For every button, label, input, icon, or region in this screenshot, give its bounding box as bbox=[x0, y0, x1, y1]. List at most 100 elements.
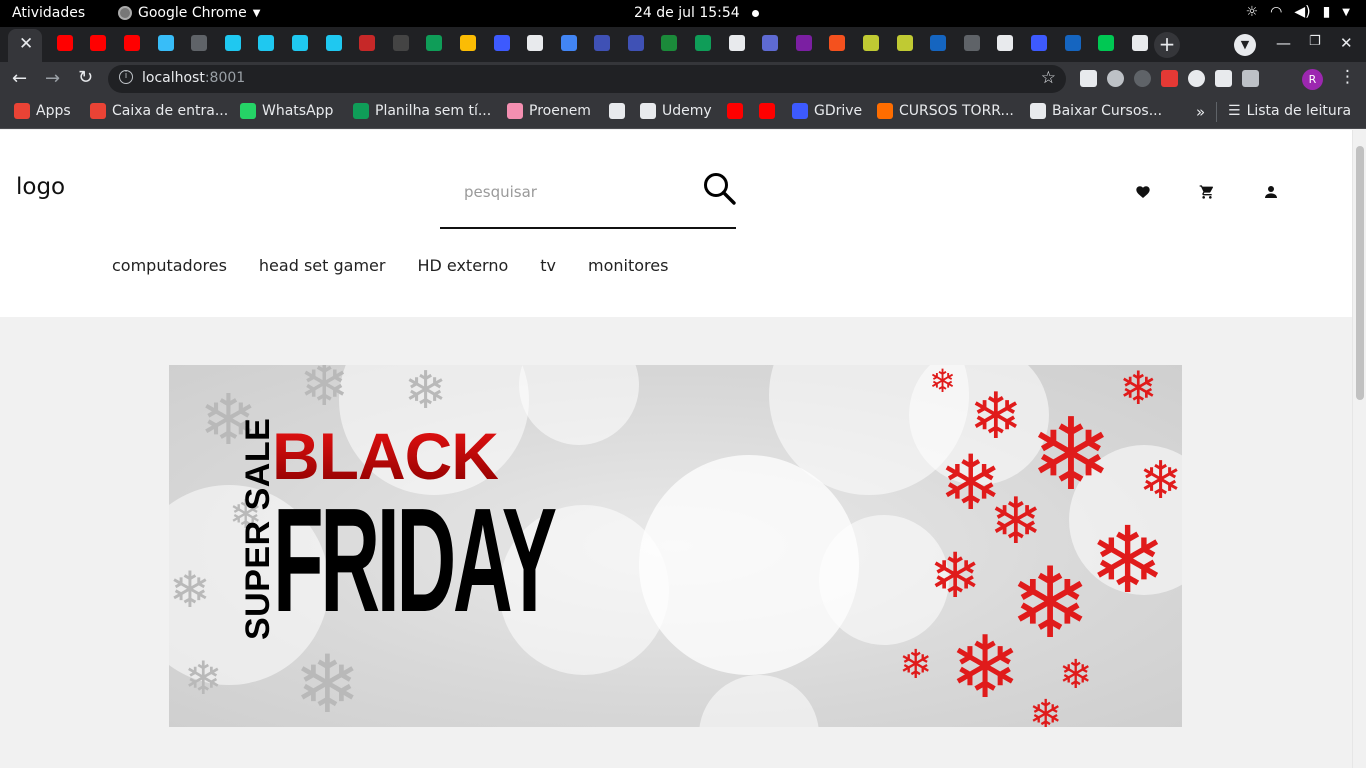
new-tab-button[interactable]: + bbox=[1154, 32, 1180, 58]
bookmark-item[interactable]: WhatsApp bbox=[240, 103, 333, 119]
bookmark-star-icon[interactable]: ☆ bbox=[1041, 68, 1056, 88]
pinned-tab[interactable] bbox=[216, 35, 250, 53]
nav-link[interactable]: HD externo bbox=[417, 256, 508, 275]
media-control-icon[interactable] bbox=[1242, 70, 1259, 87]
favicon-icon bbox=[896, 35, 913, 51]
search-input[interactable] bbox=[440, 176, 690, 208]
pinned-tab[interactable] bbox=[1123, 35, 1157, 53]
notification-dot-icon bbox=[751, 9, 759, 17]
bookmark-item[interactable]: Caixa de entra... bbox=[90, 103, 228, 119]
pinned-tab[interactable] bbox=[821, 35, 855, 53]
pinned-tab[interactable] bbox=[1089, 35, 1123, 53]
nav-link[interactable]: head set gamer bbox=[259, 256, 386, 275]
reload-button[interactable]: ↻ bbox=[78, 67, 93, 88]
bookmark-item[interactable]: Udemy bbox=[640, 103, 712, 119]
cart-icon[interactable] bbox=[1199, 184, 1215, 200]
bookmark-favicon-icon bbox=[507, 103, 523, 119]
pinned-tab[interactable] bbox=[854, 35, 888, 53]
pinned-tab[interactable] bbox=[989, 35, 1023, 53]
pinned-tab[interactable] bbox=[451, 35, 485, 53]
extension-icon[interactable] bbox=[1188, 70, 1205, 87]
pinned-tab[interactable] bbox=[552, 35, 586, 53]
bookmark-item[interactable]: Baixar Cursos... bbox=[1030, 103, 1162, 119]
snowflake-icon: ❄ bbox=[1029, 692, 1063, 727]
extension-icon[interactable] bbox=[1107, 70, 1124, 87]
bookmark-item[interactable]: Apps bbox=[14, 103, 71, 119]
close-tab-icon[interactable]: ✕ bbox=[19, 34, 33, 54]
tab-active[interactable]: ✕ bbox=[8, 29, 42, 62]
reading-list-button[interactable]: ☰ Lista de leitura bbox=[1228, 103, 1351, 119]
address-bar[interactable]: i localhost:8001 ☆ bbox=[108, 65, 1066, 93]
extension-icon[interactable] bbox=[1080, 70, 1097, 87]
bookmark-label: GDrive bbox=[814, 103, 863, 119]
extension-icon[interactable] bbox=[1161, 70, 1178, 87]
pinned-tab[interactable] bbox=[82, 35, 116, 53]
pinned-tab[interactable] bbox=[182, 35, 216, 53]
black-friday-banner[interactable]: ❄ ❄ ❄ ❄ ❄ ❄ ❄ ❄ ❄ ❄ ❄ ❄ ❄ ❄ ❄ ❄ ❄ ❄ ❄ ❄ … bbox=[169, 365, 1182, 727]
pinned-tab[interactable] bbox=[418, 35, 452, 53]
chevron-down-icon: ▼ bbox=[252, 7, 261, 19]
pinned-tab[interactable] bbox=[653, 35, 687, 53]
scrollbar-thumb[interactable] bbox=[1356, 146, 1364, 400]
pinned-tab[interactable] bbox=[753, 35, 787, 53]
site-info-icon[interactable]: i bbox=[119, 70, 133, 84]
pinned-tab[interactable] bbox=[955, 35, 989, 53]
pinned-tab[interactable] bbox=[283, 35, 317, 53]
pinned-tab[interactable] bbox=[787, 35, 821, 53]
back-button[interactable]: ← bbox=[12, 68, 27, 89]
nav-link[interactable]: tv bbox=[540, 256, 556, 275]
pinned-tab[interactable] bbox=[250, 35, 284, 53]
pinned-tab[interactable] bbox=[350, 35, 384, 53]
nav-link[interactable]: monitores bbox=[588, 256, 668, 275]
bookmark-item[interactable]: Proenem bbox=[507, 103, 591, 119]
pinned-tab[interactable] bbox=[317, 35, 351, 53]
pinned-tab[interactable] bbox=[619, 35, 653, 53]
page-scrollbar[interactable] bbox=[1352, 130, 1366, 768]
heart-icon[interactable] bbox=[1135, 184, 1151, 200]
pinned-tab[interactable] bbox=[720, 35, 754, 53]
favicon-icon bbox=[829, 35, 846, 51]
pinned-tab[interactable] bbox=[1022, 35, 1056, 53]
user-icon[interactable] bbox=[1263, 184, 1279, 200]
pinned-tab[interactable] bbox=[586, 35, 620, 53]
favicon-icon bbox=[997, 35, 1014, 51]
maximize-button[interactable]: ❐ bbox=[1309, 34, 1321, 49]
tab-search-button[interactable]: ▼ bbox=[1234, 34, 1256, 56]
more-bookmarks-icon[interactable]: » bbox=[1196, 103, 1205, 121]
activities-button[interactable]: Atividades bbox=[12, 5, 85, 21]
favicon-icon bbox=[560, 35, 577, 51]
app-menu[interactable]: Google Chrome ▼ bbox=[118, 5, 260, 21]
bookmark-item[interactable] bbox=[759, 103, 775, 119]
pinned-tab[interactable] bbox=[1056, 35, 1090, 53]
puzzle-icon[interactable] bbox=[1215, 70, 1232, 87]
pinned-tab[interactable] bbox=[921, 35, 955, 53]
profile-avatar[interactable]: R bbox=[1302, 69, 1323, 90]
close-window-button[interactable]: ✕ bbox=[1340, 34, 1353, 52]
bookmark-favicon-icon bbox=[353, 103, 369, 119]
clock[interactable]: 24 de jul 15:54 bbox=[634, 5, 759, 21]
system-tray[interactable]: ☼ ◠ ◀) ▮ ▼ bbox=[1246, 4, 1350, 20]
bookmark-item[interactable]: Planilha sem tí... bbox=[353, 103, 491, 119]
pinned-tab[interactable] bbox=[686, 35, 720, 53]
power-menu-icon: ▼ bbox=[1342, 7, 1350, 18]
bookmark-item[interactable]: CURSOS TORR... bbox=[877, 103, 1014, 119]
pinned-tab[interactable] bbox=[48, 35, 82, 53]
forward-button[interactable]: → bbox=[45, 68, 60, 89]
search-button[interactable] bbox=[702, 172, 738, 208]
pinned-tab[interactable] bbox=[485, 35, 519, 53]
bookmark-item[interactable] bbox=[727, 103, 743, 119]
pinned-tab[interactable] bbox=[115, 35, 149, 53]
more-menu-icon[interactable]: ⋮ bbox=[1339, 67, 1356, 87]
minimize-button[interactable]: — bbox=[1276, 34, 1291, 52]
site-logo[interactable]: logo bbox=[16, 174, 65, 200]
favicon-icon bbox=[123, 35, 140, 51]
pinned-tab[interactable] bbox=[149, 35, 183, 53]
pinned-tab[interactable] bbox=[518, 35, 552, 53]
favicon-icon bbox=[493, 35, 510, 51]
pinned-tab[interactable] bbox=[888, 35, 922, 53]
nav-link[interactable]: computadores bbox=[112, 256, 227, 275]
pinned-tab[interactable] bbox=[384, 35, 418, 53]
bookmark-item[interactable]: GDrive bbox=[792, 103, 862, 119]
bookmark-item[interactable] bbox=[609, 103, 625, 119]
extension-icon[interactable] bbox=[1134, 70, 1151, 87]
